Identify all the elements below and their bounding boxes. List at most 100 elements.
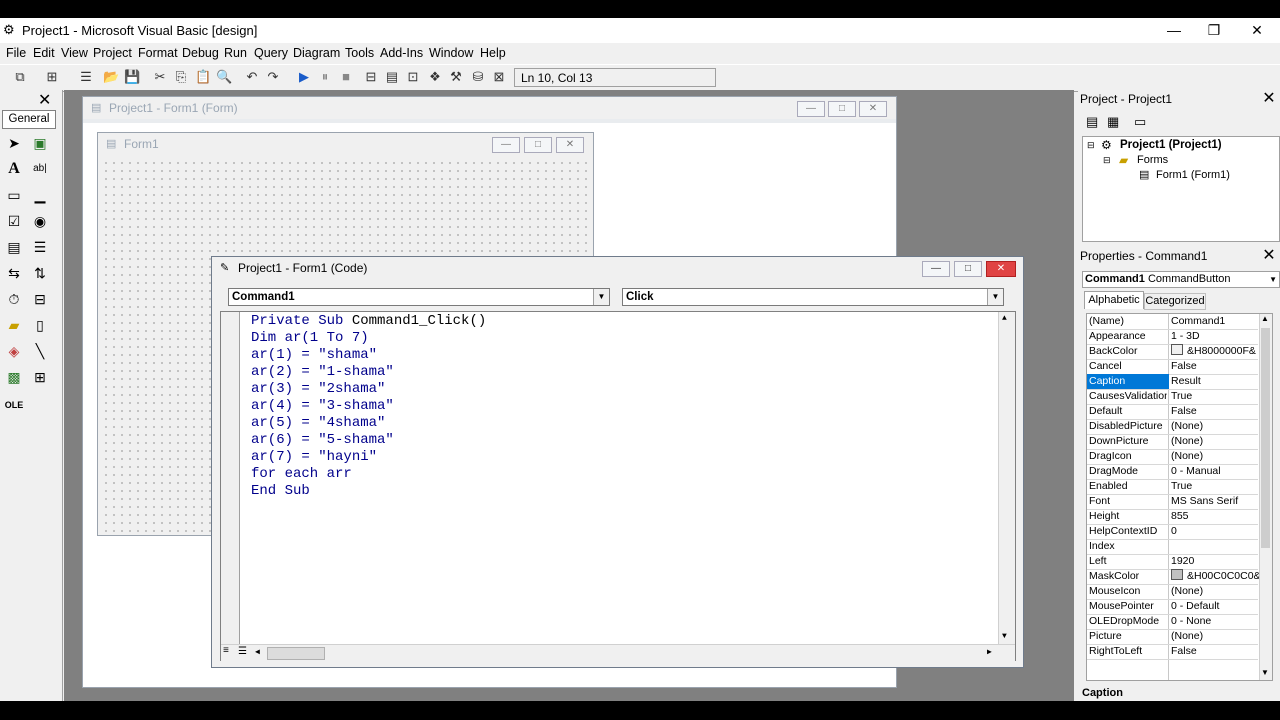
start-icon[interactable]: ▶	[296, 69, 312, 85]
property-value[interactable]: (None)	[1171, 434, 1259, 449]
tree-forms-folder[interactable]: Forms	[1137, 154, 1168, 166]
filelistbox-tool-icon[interactable]: ▯	[30, 315, 50, 335]
pointer-tool-icon[interactable]: ➤	[4, 133, 24, 153]
object-browser-icon[interactable]: ❖	[427, 69, 443, 85]
property-value[interactable]: &H00C0C0C0&	[1171, 569, 1259, 584]
property-row[interactable]: Height 855	[1087, 509, 1258, 525]
property-value[interactable]: 0 - Manual	[1171, 464, 1259, 479]
property-row[interactable]: BackColor &H8000000F&	[1087, 344, 1258, 360]
object-selector[interactable]: Command1 CommandButton ▼	[1082, 271, 1280, 288]
procedure-combo[interactable]: Click ▼	[622, 288, 1004, 306]
view-object-icon[interactable]: ▦	[1107, 114, 1119, 130]
chevron-down-icon[interactable]: ▼	[987, 289, 1003, 305]
maximize-button[interactable]: ❐	[1196, 20, 1232, 40]
commandbutton-tool-icon[interactable]: ▁	[30, 185, 50, 205]
code-window-minimize[interactable]: —	[922, 261, 950, 277]
find-icon[interactable]: 🔍	[216, 69, 232, 85]
scroll-down-icon[interactable]: ▼	[1261, 668, 1269, 677]
combobox-tool-icon[interactable]: ▤	[4, 237, 24, 257]
scroll-up-icon[interactable]: ▲	[1002, 314, 1007, 323]
property-row[interactable]: Index	[1087, 539, 1258, 555]
scroll-thumb[interactable]	[1261, 328, 1270, 548]
margin-indicator-bar[interactable]	[221, 312, 240, 644]
toolbox-icon[interactable]: ⚒	[448, 69, 464, 85]
property-value[interactable]: 0 - Default	[1171, 599, 1259, 614]
menu-project[interactable]: Project	[93, 46, 132, 60]
property-row[interactable]: Cancel False	[1087, 359, 1258, 375]
scroll-left-icon[interactable]: ◀	[255, 647, 260, 657]
property-row-selected[interactable]: Caption Result	[1087, 374, 1258, 390]
redo-icon[interactable]: ↷	[265, 69, 281, 85]
label-tool-icon[interactable]: A	[4, 159, 24, 179]
menu-view[interactable]: View	[61, 46, 88, 60]
chevron-down-icon[interactable]: ▼	[593, 289, 609, 305]
property-value[interactable]: (None)	[1171, 584, 1259, 599]
data-view-icon[interactable]: ⛁	[470, 69, 486, 85]
property-row[interactable]: DragIcon (None)	[1087, 449, 1258, 465]
paste-icon[interactable]: 📋	[195, 69, 211, 85]
menu-debug[interactable]: Debug	[182, 46, 219, 60]
drivelistbox-tool-icon[interactable]: ⊟	[30, 289, 50, 309]
property-value[interactable]: (None)	[1171, 419, 1259, 434]
form-designer-maximize[interactable]: □	[828, 101, 856, 117]
property-value[interactable]: True	[1171, 389, 1259, 404]
property-row[interactable]: DragMode 0 - Manual	[1087, 464, 1258, 480]
vscrollbar-tool-icon[interactable]: ⇅	[30, 263, 50, 283]
tree-form1-item[interactable]: Form1 (Form1)	[1156, 169, 1230, 181]
minimize-button[interactable]: —	[1156, 20, 1192, 40]
vertical-scrollbar[interactable]: ▲ ▼	[998, 312, 1015, 644]
property-row[interactable]: OLEDropMode 0 - None	[1087, 614, 1258, 630]
shape-tool-icon[interactable]: ◈	[4, 341, 24, 361]
property-value[interactable]: 1920	[1171, 554, 1259, 569]
property-value[interactable]: 0 - None	[1171, 614, 1259, 629]
project-explorer-close-icon[interactable]: ✕	[1260, 90, 1278, 108]
line-tool-icon[interactable]: ╲	[30, 341, 50, 361]
menu-diagram[interactable]: Diagram	[293, 46, 340, 60]
menu-window[interactable]: Window	[429, 46, 473, 60]
menu-editor-icon[interactable]: ☰	[78, 69, 94, 85]
property-value[interactable]: 0	[1171, 524, 1259, 539]
scroll-right-icon[interactable]: ▶	[987, 647, 992, 657]
undo-icon[interactable]: ↶	[244, 69, 260, 85]
image-tool-icon[interactable]: ▩	[4, 367, 24, 387]
menu-addins[interactable]: Add-Ins	[380, 46, 423, 60]
cut-icon[interactable]: ✂	[152, 69, 168, 85]
code-editor[interactable]: Private Sub Command1_Click() Dim ar(1 To…	[220, 311, 1016, 661]
form-designer-minimize[interactable]: —	[797, 101, 825, 117]
toolbox-close-icon[interactable]: ✕	[38, 90, 51, 110]
save-project-icon[interactable]: 💾	[124, 69, 140, 85]
add-project-icon[interactable]: ⧉	[12, 69, 28, 85]
break-icon[interactable]: ⏸	[317, 69, 333, 85]
properties-window-icon[interactable]: ▤	[384, 69, 400, 85]
scroll-up-icon[interactable]: ▲	[1261, 314, 1269, 323]
form-designer-close[interactable]: ✕	[859, 101, 887, 117]
data-tool-icon[interactable]: ⊞	[30, 367, 50, 387]
property-row[interactable]: Font MS Sans Serif	[1087, 494, 1258, 510]
optionbutton-tool-icon[interactable]: ◉	[30, 211, 50, 231]
property-value[interactable]: False	[1171, 644, 1259, 659]
property-value[interactable]: &H8000000F&	[1171, 344, 1259, 359]
code-window[interactable]: ✎ Project1 - Form1 (Code) — □ ✕ Command1…	[211, 256, 1024, 668]
timer-tool-icon[interactable]: ⏱	[4, 289, 24, 309]
property-row[interactable]: MaskColor &H00C0C0C0&	[1087, 569, 1259, 585]
checkbox-tool-icon[interactable]: ☑	[4, 211, 24, 231]
property-value[interactable]: MS Sans Serif	[1171, 494, 1259, 509]
component-manager-icon[interactable]: ⊠	[491, 69, 507, 85]
tab-categorized[interactable]: Categorized	[1144, 293, 1206, 310]
property-value[interactable]: 855	[1171, 509, 1259, 524]
open-project-icon[interactable]: 📂	[103, 69, 119, 85]
scroll-down-icon[interactable]: ▼	[1002, 632, 1007, 641]
procedure-view-icon[interactable]: ≡	[223, 646, 229, 657]
listbox-tool-icon[interactable]: ☰	[30, 237, 50, 257]
close-button[interactable]: ✕	[1239, 20, 1275, 40]
property-value[interactable]: True	[1171, 479, 1259, 494]
end-icon[interactable]: ■	[338, 69, 354, 85]
code-window-maximize[interactable]: □	[954, 261, 982, 277]
form1-minimize[interactable]: —	[492, 137, 520, 153]
property-row[interactable]: DownPicture (None)	[1087, 434, 1258, 450]
full-module-view-icon[interactable]: ☰	[238, 646, 247, 658]
menu-tools[interactable]: Tools	[345, 46, 374, 60]
code-window-close[interactable]: ✕	[986, 261, 1016, 277]
property-row[interactable]: HelpContextID 0	[1087, 524, 1258, 540]
property-row[interactable]: Default False	[1087, 404, 1258, 420]
